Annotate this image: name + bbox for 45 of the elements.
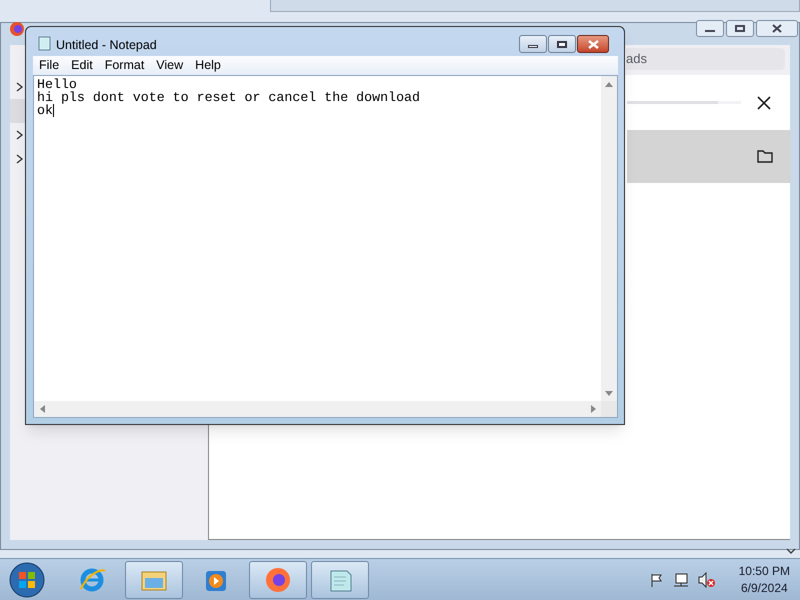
menu-item[interactable]: File bbox=[33, 56, 66, 75]
maximize-button[interactable] bbox=[548, 35, 576, 53]
taskbar-button[interactable] bbox=[125, 560, 183, 598]
close-button[interactable] bbox=[577, 35, 609, 53]
chevron-right-icon[interactable] bbox=[15, 82, 23, 92]
menu-item[interactable]: View bbox=[150, 56, 190, 75]
close-button[interactable] bbox=[756, 20, 798, 37]
close-icon[interactable] bbox=[757, 96, 771, 110]
close-icon bbox=[588, 40, 598, 48]
start-button[interactable] bbox=[9, 562, 45, 598]
text-cursor bbox=[52, 104, 54, 117]
text-area[interactable]: Hello hi pls dont vote to reset or cancel the download ok bbox=[33, 75, 618, 418]
up-arrow-icon[interactable] bbox=[605, 82, 613, 87]
down-arrow-icon[interactable] bbox=[605, 391, 613, 396]
taskbar-button[interactable] bbox=[249, 560, 307, 598]
search-field[interactable]: ads bbox=[626, 48, 785, 70]
maximize-button[interactable] bbox=[726, 20, 754, 37]
clock-time: 10:50 PM bbox=[738, 562, 790, 580]
horizontal-scrollbar[interactable] bbox=[34, 401, 602, 417]
network-icon[interactable] bbox=[672, 572, 689, 588]
close-icon bbox=[772, 24, 782, 33]
right-arrow-icon[interactable] bbox=[591, 405, 596, 413]
menu-item[interactable]: Edit bbox=[65, 56, 99, 75]
folder-icon[interactable] bbox=[757, 149, 773, 163]
menu-item[interactable]: Help bbox=[189, 56, 227, 75]
menu-item[interactable]: Format bbox=[98, 56, 150, 75]
notepad-icon bbox=[38, 36, 51, 51]
clock-date: 6/9/2024 bbox=[740, 580, 788, 596]
window-title: Untitled - Notepad bbox=[56, 37, 157, 54]
text-line: Hello bbox=[37, 78, 77, 91]
size-grip[interactable] bbox=[601, 401, 617, 417]
clock[interactable]: 10:50 PM 6/9/2024 bbox=[738, 562, 790, 596]
chevron-down-icon[interactable] bbox=[786, 547, 796, 555]
muted-speaker-icon[interactable] bbox=[698, 572, 716, 588]
vertical-scrollbar[interactable] bbox=[601, 76, 617, 402]
text-line: ok bbox=[37, 104, 53, 117]
chevron-right-icon[interactable] bbox=[15, 130, 23, 140]
minimize-button[interactable] bbox=[696, 20, 724, 37]
minimize-button[interactable] bbox=[519, 35, 547, 53]
taskbar-button[interactable] bbox=[311, 560, 369, 598]
text-line: hi pls dont vote to reset or cancel the download bbox=[37, 91, 420, 104]
firefox-icon bbox=[9, 21, 25, 37]
flag-icon[interactable] bbox=[650, 572, 664, 586]
left-arrow-icon[interactable] bbox=[40, 405, 45, 413]
chevron-right-icon[interactable] bbox=[15, 154, 23, 164]
